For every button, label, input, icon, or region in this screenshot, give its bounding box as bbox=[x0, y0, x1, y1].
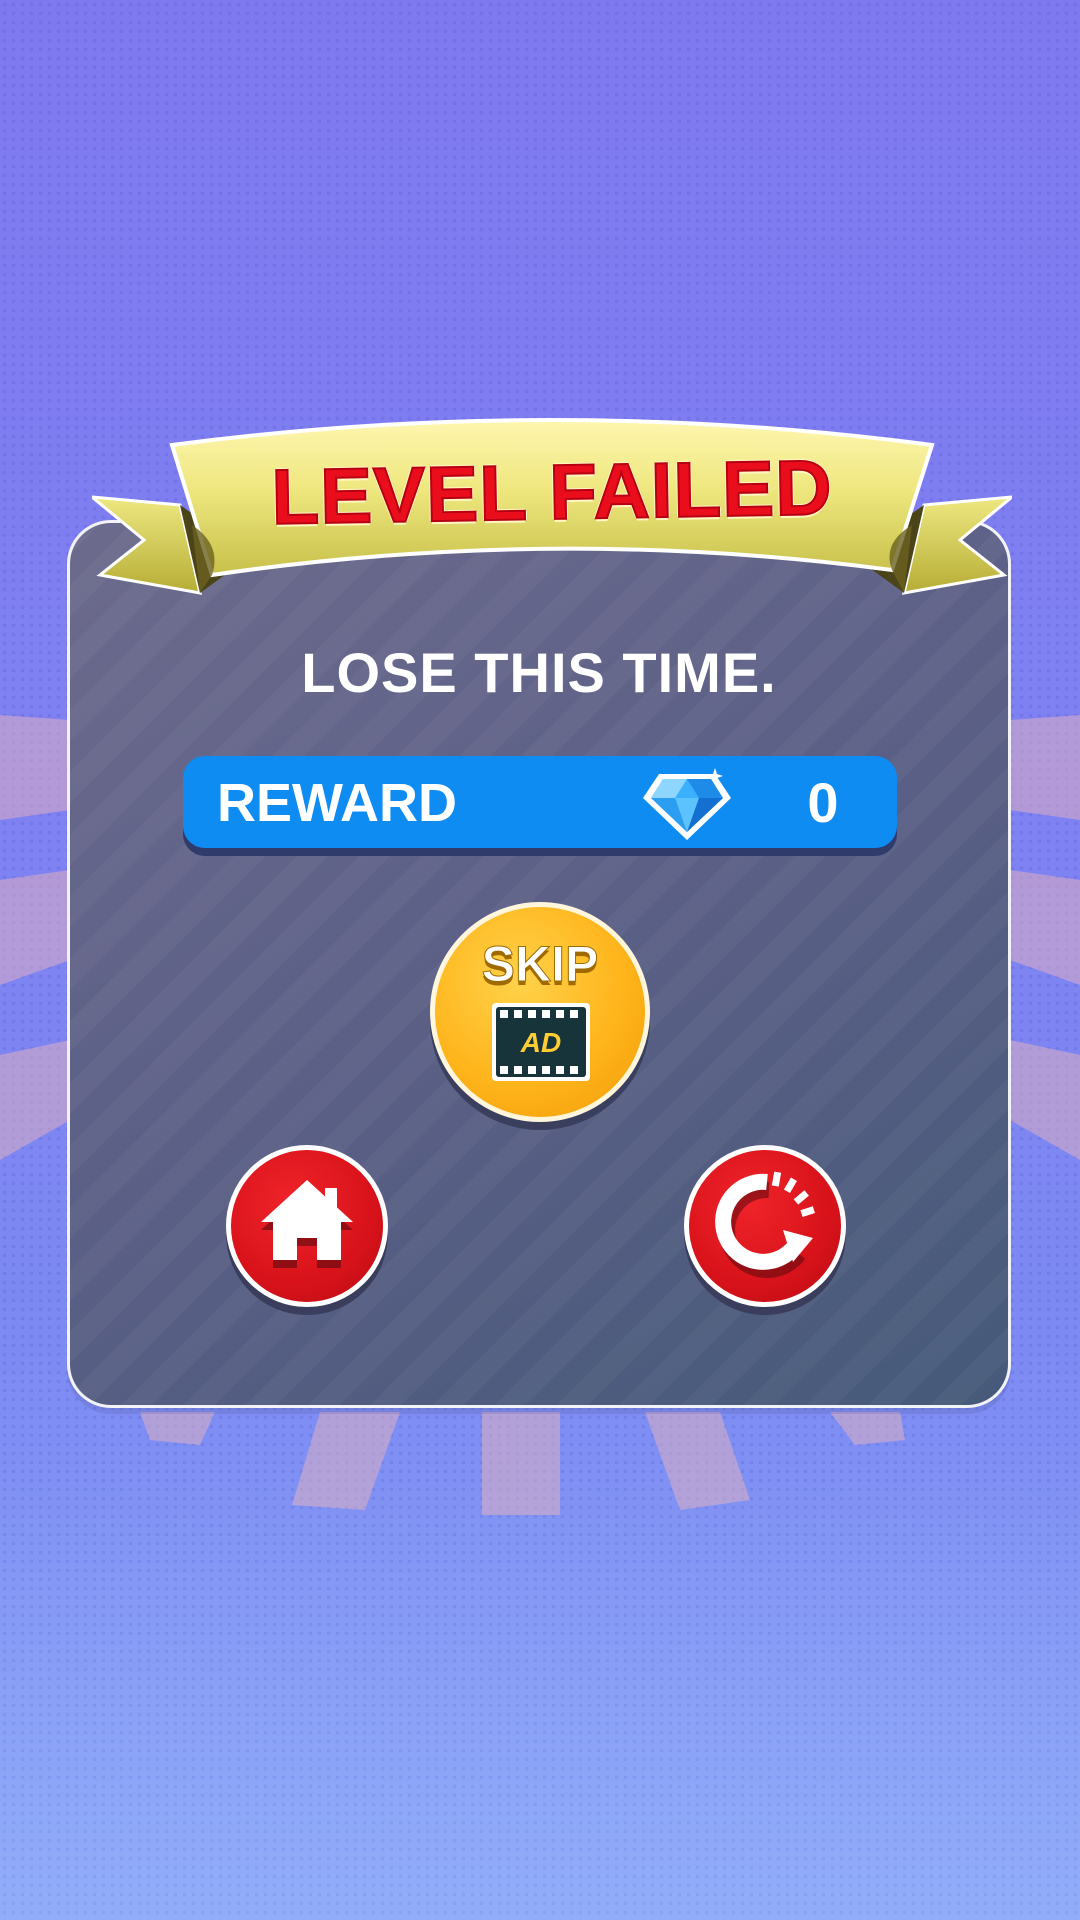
ad-label: AD bbox=[520, 1027, 561, 1058]
film-ad-icon: AD bbox=[492, 1003, 590, 1081]
home-button[interactable] bbox=[226, 1145, 388, 1307]
home-icon bbox=[261, 1180, 353, 1268]
reward-label: REWARD bbox=[217, 773, 457, 833]
level-failed-title: LEVEL FAILED bbox=[270, 442, 834, 542]
skip-ad-button[interactable]: SKIP AD bbox=[430, 902, 650, 1122]
title-ribbon: LEVEL FAILED bbox=[92, 405, 1012, 615]
background-glow bbox=[0, 1480, 1080, 1920]
reward-value: 0 bbox=[807, 771, 839, 834]
skip-label: SKIP bbox=[481, 936, 599, 993]
diamond-icon bbox=[643, 768, 731, 840]
restart-button[interactable] bbox=[684, 1145, 846, 1307]
result-message: LOSE THIS TIME. bbox=[301, 641, 777, 704]
restart-icon bbox=[715, 1171, 815, 1278]
reward-bar: REWARD 0 bbox=[183, 756, 897, 848]
